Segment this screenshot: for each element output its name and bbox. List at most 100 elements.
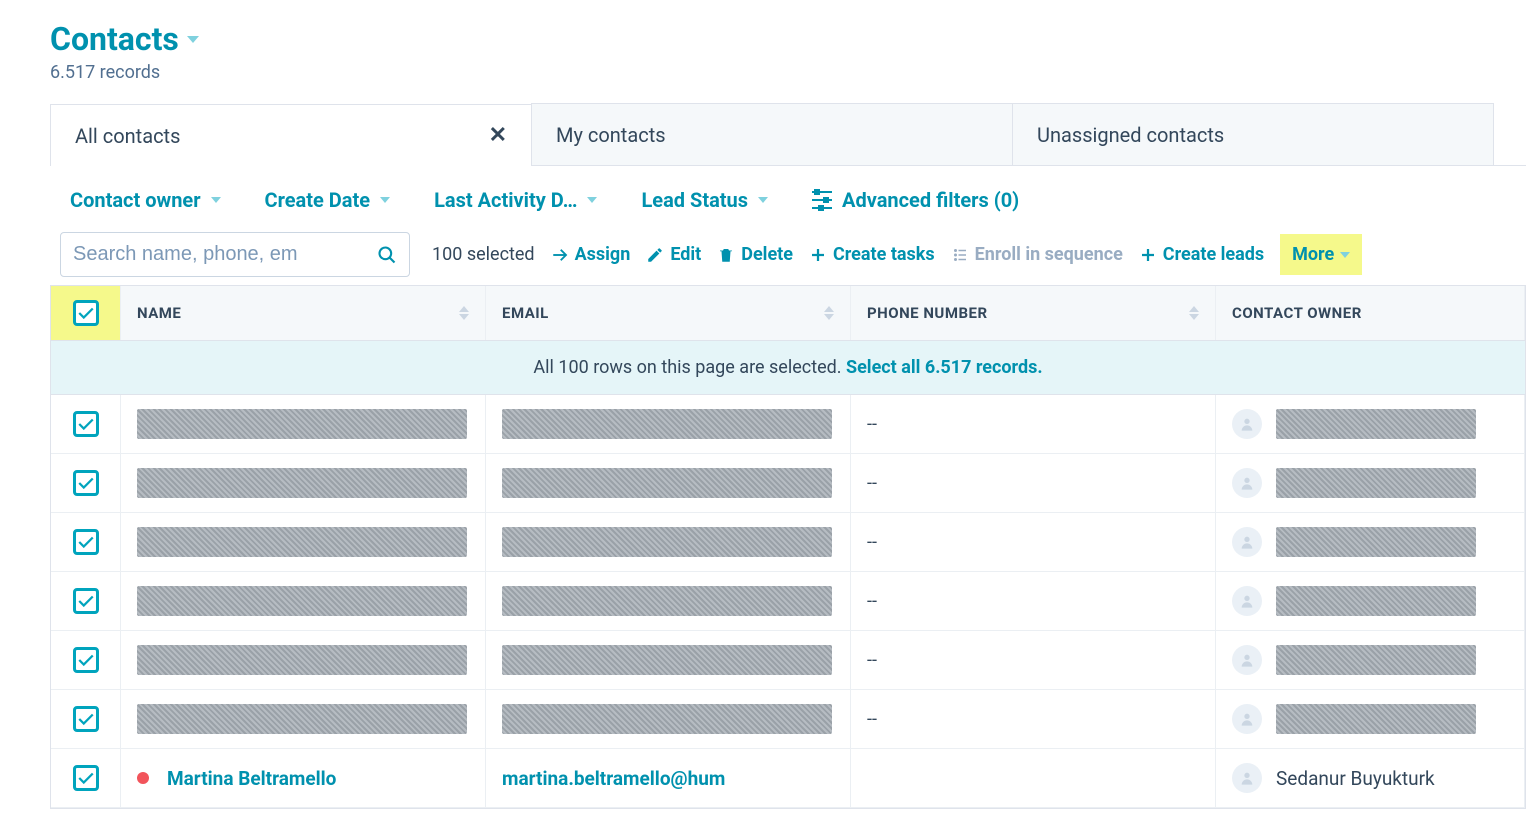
column-label: EMAIL (502, 304, 549, 322)
row-checkbox[interactable] (73, 765, 99, 791)
phone-value: -- (867, 591, 877, 612)
cell-owner (1216, 454, 1525, 512)
cell-phone: -- (851, 572, 1216, 630)
cell-email[interactable] (486, 631, 851, 689)
cell-phone: -- (851, 631, 1216, 689)
tab-unassigned-contacts[interactable]: Unassigned contacts (1012, 103, 1494, 165)
avatar-icon (1232, 763, 1262, 793)
filter-label: Advanced filters (0) (842, 188, 1019, 212)
row-checkbox[interactable] (73, 529, 99, 555)
table-row: Martina Beltramello martina.beltramello@h… (51, 749, 1525, 808)
contact-name-link[interactable]: Martina Beltramello (167, 767, 336, 790)
sort-icon (824, 306, 834, 320)
tab-all-contacts[interactable]: All contacts ✕ (50, 104, 532, 166)
action-label: More (1292, 244, 1334, 265)
enroll-sequence-button: Enroll in sequence (951, 244, 1123, 265)
cell-phone: -- (851, 395, 1216, 453)
assign-button[interactable]: Assign (551, 244, 631, 265)
cell-phone (851, 749, 1216, 807)
tab-my-contacts[interactable]: My contacts (531, 103, 1013, 165)
cell-name[interactable] (121, 454, 486, 512)
column-header-email[interactable]: EMAIL (486, 286, 851, 340)
cell-email[interactable] (486, 454, 851, 512)
cell-name[interactable]: Martina Beltramello (121, 749, 486, 807)
search-icon (377, 245, 397, 265)
cell-email[interactable] (486, 690, 851, 748)
table-row: -- (51, 454, 1525, 513)
caret-down-icon (587, 197, 597, 203)
sort-icon (1189, 306, 1199, 320)
create-tasks-button[interactable]: Create tasks (809, 244, 935, 265)
sort-icon (459, 306, 469, 320)
edit-button[interactable]: Edit (646, 244, 701, 265)
cell-name[interactable] (121, 690, 486, 748)
filter-contact-owner[interactable]: Contact owner (70, 188, 221, 212)
cell-name[interactable] (121, 395, 486, 453)
phone-value: -- (867, 473, 877, 494)
table-row: -- (51, 395, 1525, 454)
filter-advanced[interactable]: Advanced filters (0) (812, 188, 1019, 212)
cell-owner (1216, 395, 1525, 453)
redacted-content (502, 468, 832, 498)
row-select-cell[interactable] (51, 749, 121, 807)
cell-owner (1216, 513, 1525, 571)
row-checkbox[interactable] (73, 647, 99, 673)
contact-email-link[interactable]: martina.beltramello@hum (502, 767, 725, 790)
row-select-cell[interactable] (51, 395, 121, 453)
avatar-icon (1232, 704, 1262, 734)
delete-button[interactable]: Delete (717, 244, 793, 265)
owner-name: Sedanur Buyukturk (1276, 767, 1435, 790)
column-header-phone[interactable]: PHONE NUMBER (851, 286, 1216, 340)
create-leads-button[interactable]: Create leads (1139, 244, 1264, 265)
row-select-cell[interactable] (51, 631, 121, 689)
cell-name[interactable] (121, 631, 486, 689)
column-label: NAME (137, 304, 181, 322)
row-select-cell[interactable] (51, 513, 121, 571)
cell-email[interactable] (486, 513, 851, 571)
row-select-cell[interactable] (51, 690, 121, 748)
redacted-content (137, 645, 467, 675)
cell-email[interactable]: martina.beltramello@hum (486, 749, 851, 807)
filter-lead-status[interactable]: Lead Status (641, 188, 768, 212)
cell-email[interactable] (486, 572, 851, 630)
cell-name[interactable] (121, 513, 486, 571)
row-checkbox[interactable] (73, 470, 99, 496)
select-all-checkbox[interactable] (73, 300, 99, 326)
cell-owner (1216, 631, 1525, 689)
row-select-cell[interactable] (51, 572, 121, 630)
cell-email[interactable] (486, 395, 851, 453)
cell-phone: -- (851, 513, 1216, 571)
action-label: Delete (741, 244, 793, 265)
cell-phone: -- (851, 690, 1216, 748)
redacted-content (502, 409, 832, 439)
close-icon[interactable]: ✕ (489, 123, 507, 148)
cell-name[interactable] (121, 572, 486, 630)
page-title-dropdown[interactable]: Contacts (50, 20, 199, 58)
phone-value: -- (867, 532, 877, 553)
select-all-header[interactable] (51, 286, 121, 340)
row-checkbox[interactable] (73, 588, 99, 614)
row-select-cell[interactable] (51, 454, 121, 512)
tab-label: My contacts (556, 123, 666, 147)
select-all-records-link[interactable]: Select all 6.517 records. (846, 357, 1043, 378)
select-all-banner: All 100 rows on this page are selected. … (51, 341, 1525, 395)
page-title-text: Contacts (50, 20, 179, 58)
row-checkbox[interactable] (73, 411, 99, 437)
redacted-content (137, 527, 467, 557)
redacted-content (1276, 586, 1476, 616)
more-button[interactable]: More (1280, 234, 1362, 275)
avatar-icon (1232, 586, 1262, 616)
filter-create-date[interactable]: Create Date (265, 188, 391, 212)
column-header-name[interactable]: NAME (121, 286, 486, 340)
action-label: Edit (670, 244, 701, 265)
search-input[interactable] (73, 243, 377, 266)
trash-icon (717, 246, 735, 264)
redacted-content (137, 409, 467, 439)
redacted-content (502, 527, 832, 557)
action-label: Create leads (1163, 244, 1264, 265)
phone-value: -- (867, 709, 877, 730)
column-header-owner[interactable]: CONTACT OWNER (1216, 286, 1525, 340)
search-field[interactable] (60, 232, 410, 277)
filter-last-activity[interactable]: Last Activity D… (434, 188, 597, 212)
row-checkbox[interactable] (73, 706, 99, 732)
